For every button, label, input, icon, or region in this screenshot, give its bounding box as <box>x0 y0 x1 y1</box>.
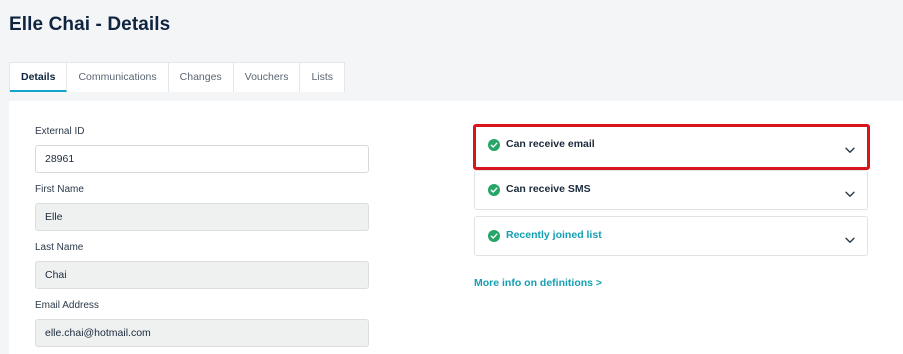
tab-bar: Details Communications Changes Vouchers … <box>9 62 346 92</box>
external-id-label: External ID <box>35 126 85 137</box>
more-info-link[interactable]: More info on definitions > <box>474 277 602 289</box>
details-panel: External ID 28961 First Name Elle Last N… <box>9 101 903 354</box>
email-address-label: Email Address <box>35 300 99 311</box>
tab-vouchers[interactable]: Vouchers <box>234 63 301 92</box>
status-card-sms[interactable]: Can receive SMS <box>474 170 868 210</box>
last-name-label: Last Name <box>35 242 84 253</box>
check-circle-icon <box>488 230 500 242</box>
check-circle-icon <box>488 184 500 196</box>
status-card-email[interactable]: Can receive email <box>473 124 870 170</box>
tab-details[interactable]: Details <box>10 63 68 92</box>
email-address-field[interactable]: elle.chai@hotmail.com <box>35 319 369 347</box>
tab-lists[interactable]: Lists <box>300 63 344 92</box>
last-name-field[interactable]: Chai <box>35 261 369 289</box>
external-id-field[interactable]: 28961 <box>35 145 369 173</box>
first-name-field[interactable]: Elle <box>35 203 369 231</box>
page-title: Elle Chai - Details <box>9 14 171 35</box>
status-label-sms: Can receive SMS <box>506 183 591 195</box>
first-name-label: First Name <box>35 184 84 195</box>
chevron-down-icon[interactable] <box>845 141 855 159</box>
status-card-recently-joined[interactable]: Recently joined list <box>474 216 868 256</box>
chevron-down-icon[interactable] <box>845 185 855 203</box>
check-circle-icon <box>488 139 500 151</box>
status-label-email: Can receive email <box>506 138 595 150</box>
status-label-recently-joined: Recently joined list <box>506 229 602 241</box>
tab-changes[interactable]: Changes <box>169 63 234 92</box>
chevron-down-icon[interactable] <box>845 231 855 249</box>
tab-communications[interactable]: Communications <box>67 63 169 92</box>
